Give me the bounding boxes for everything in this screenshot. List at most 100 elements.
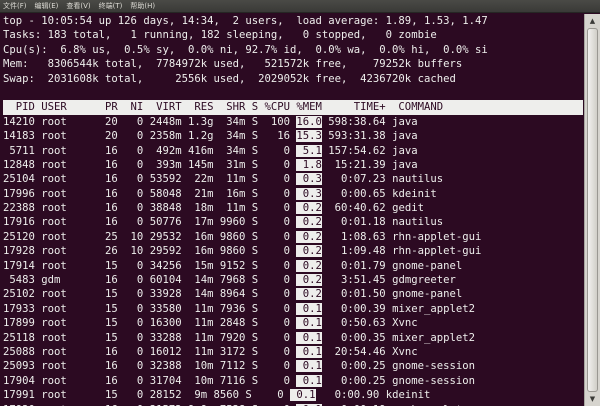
- process-mem-percent: 0.2: [296, 216, 322, 229]
- arrow-down-icon[interactable]: ▼: [585, 392, 600, 406]
- process-mem-percent: 0.3: [296, 173, 322, 186]
- process-fields: 25104 root 16 0 53592 22m 11m S 0: [3, 173, 297, 186]
- process-fields: 17928 root 26 10 29592 16m 9860 S 0: [3, 245, 297, 258]
- process-row: 17928 root 26 10 29592 16m 9860 S 0 0.2 …: [3, 244, 583, 258]
- process-time-command: 0:00.25 gnome-session: [321, 374, 475, 387]
- process-time-command: 0:50.63 Xvnc: [321, 317, 418, 330]
- process-fields: 17996 root 16 0 58048 21m 16m S 0: [3, 187, 297, 200]
- swap-line: Swap: 2031608k total, 2556k used, 202905…: [3, 72, 456, 85]
- process-fields: 12848 root 16 0 393m 145m 31m S 0: [3, 158, 297, 171]
- process-mem-percent: 0.3: [296, 187, 322, 200]
- process-row: 17904 root 16 0 31704 10m 7116 S 0 0.1 0…: [3, 374, 583, 388]
- process-mem-percent: 0.1: [296, 345, 322, 358]
- process-row: 17996 root 16 0 58048 21m 16m S 0 0.3 0:…: [3, 187, 583, 201]
- process-mem-percent: 16.0: [296, 115, 322, 128]
- process-mem-percent: 0.2: [296, 202, 322, 215]
- process-row: 25120 root 25 10 29532 16m 9860 S 0 0.2 …: [3, 230, 583, 244]
- terminal-window: 文件(F) 编辑(E) 查看(V) 终端(T) 帮助(H) top - 10:0…: [0, 0, 600, 406]
- process-row: 17933 root 15 0 33580 11m 7936 S 0 0.1 0…: [3, 302, 583, 316]
- process-row: 17899 root 15 0 16300 11m 2848 S 0 0.1 0…: [3, 316, 583, 330]
- tasks-line: Tasks: 183 total, 1 running, 182 sleepin…: [3, 29, 437, 42]
- process-time-command: 20:54.46 Xvnc: [321, 345, 418, 358]
- uptime-line: top - 10:05:54 up 126 days, 14:34, 2 use…: [3, 15, 488, 27]
- process-time-command: 1:08.63 rhn-applet-gui: [321, 230, 482, 243]
- process-fields: 17899 root 15 0 16300 11m 2848 S 0: [3, 317, 297, 330]
- menu-terminal[interactable]: 终端(T): [99, 0, 123, 13]
- process-time-command: 0:01.18 nautilus: [321, 216, 444, 229]
- process-fields: 25118 root 15 0 33288 11m 7920 S 0: [3, 331, 297, 344]
- process-mem-percent: 0.1: [296, 302, 322, 315]
- process-fields: 14183 root 20 0 2358m 1.2g 34m S 16: [3, 130, 297, 143]
- process-time-command: 0:07.23 nautilus: [321, 173, 444, 186]
- menu-view[interactable]: 查看(V): [66, 0, 90, 13]
- process-fields: 22388 root 16 0 38848 18m 11m S 0: [3, 202, 297, 215]
- menu-edit[interactable]: 编辑(E): [35, 0, 59, 13]
- process-row: 17916 root 16 0 50776 17m 9960 S 0 0.2 0…: [3, 215, 583, 229]
- scroll-thumb[interactable]: [587, 28, 598, 392]
- process-row: 17930 root 16 0 31572 9.9m 7528 S 0 0.1 …: [3, 403, 583, 406]
- process-row: 25104 root 16 0 53592 22m 11m S 0 0.3 0:…: [3, 172, 583, 186]
- process-time-command: 15:21.39 java: [321, 158, 418, 171]
- process-time-command: 0:01.50 gnome-panel: [321, 288, 463, 301]
- process-row: 25088 root 16 0 16012 11m 3172 S 0 0.1 2…: [3, 345, 583, 359]
- process-time-command: 0:00.39 mixer_applet2: [321, 302, 475, 315]
- process-fields: 17904 root 16 0 31704 10m 7116 S 0: [3, 374, 297, 387]
- process-fields: 25093 root 16 0 32388 10m 7112 S 0: [3, 360, 297, 373]
- process-row: 25118 root 15 0 33288 11m 7920 S 0 0.1 0…: [3, 331, 583, 345]
- process-time-command: 1:09.48 rhn-applet-gui: [321, 245, 482, 258]
- process-fields: 17933 root 15 0 33580 11m 7936 S 0: [3, 302, 297, 315]
- arrow-up-icon[interactable]: ▲: [585, 14, 600, 28]
- process-fields: 25102 root 15 0 33928 14m 8964 S 0: [3, 288, 297, 301]
- process-mem-percent: 1.8: [296, 158, 322, 171]
- process-mem-percent: 5.1: [296, 144, 322, 157]
- process-time-command: 0:00.25 gnome-session: [321, 360, 475, 373]
- process-mem-percent: 0.1: [290, 389, 316, 402]
- process-fields: 25120 root 25 10 29532 16m 9860 S 0: [3, 230, 297, 243]
- process-time-command: 0:01.79 gnome-panel: [321, 259, 463, 272]
- mem-line: Mem: 8306544k total, 7784972k used, 5215…: [3, 58, 463, 71]
- cpu-line: Cpu(s): 6.8% us, 0.5% sy, 0.0% ni, 92.7%…: [3, 43, 488, 56]
- process-mem-percent: 0.2: [296, 274, 322, 287]
- process-mem-percent: 0.2: [296, 288, 322, 301]
- process-mem-percent: 0.2: [296, 230, 322, 243]
- menu-help[interactable]: 帮助(H): [130, 0, 155, 13]
- process-row: 14210 root 20 0 2448m 1.3g 34m S 100 16.…: [3, 115, 583, 129]
- process-row: 17991 root 15 0 28152 9m 8560 S 0 0.1 0:…: [3, 388, 583, 402]
- menu-bar: 文件(F) 编辑(E) 查看(V) 终端(T) 帮助(H): [0, 0, 600, 13]
- process-time-command: 593:31.38 java: [321, 130, 418, 143]
- process-row: 25102 root 15 0 33928 14m 8964 S 0 0.2 0…: [3, 287, 583, 301]
- process-mem-percent: 0.1: [296, 360, 322, 373]
- menu-file[interactable]: 文件(F): [3, 0, 27, 13]
- process-row: 5711 root 16 0 492m 416m 34m S 0 5.1 157…: [3, 144, 583, 158]
- process-row: 22388 root 16 0 38848 18m 11m S 0 0.2 60…: [3, 201, 583, 215]
- process-row: 12848 root 16 0 393m 145m 31m S 0 1.8 15…: [3, 158, 583, 172]
- process-mem-percent: 0.2: [296, 245, 322, 258]
- process-fields: 25088 root 16 0 16012 11m 3172 S 0: [3, 345, 297, 358]
- process-table-body: 14210 root 20 0 2448m 1.3g 34m S 100 16.…: [3, 115, 583, 406]
- terminal-output[interactable]: top - 10:05:54 up 126 days, 14:34, 2 use…: [0, 14, 583, 406]
- process-time-command: 0:00.65 kdeinit: [321, 187, 437, 200]
- process-mem-percent: 0.1: [296, 331, 322, 344]
- process-fields: 5711 root 16 0 492m 416m 34m S 0: [3, 144, 297, 157]
- vertical-scrollbar[interactable]: ▲ ▼: [584, 14, 600, 406]
- process-table-header: PID USER PR NI VIRT RES SHR S %CPU %MEM …: [3, 100, 583, 115]
- process-fields: 17991 root 15 0 28152 9m 8560 S 0: [3, 389, 291, 402]
- process-fields: 17916 root 16 0 50776 17m 9960 S 0: [3, 216, 297, 229]
- process-time-command: 0:00.35 mixer_applet2: [321, 331, 475, 344]
- process-mem-percent: 15.3: [296, 130, 322, 143]
- process-time-command: 157:54.62 java: [321, 144, 418, 157]
- process-time-command: 598:38.64 java: [321, 115, 418, 128]
- process-fields: 17914 root 15 0 34256 15m 9152 S 0: [3, 259, 297, 272]
- process-mem-percent: 0.1: [296, 317, 322, 330]
- process-row: 5483 gdm 16 0 60104 14m 7968 S 0 0.2 3:5…: [3, 273, 583, 287]
- process-fields: 14210 root 20 0 2448m 1.3g 34m S 100: [3, 115, 297, 128]
- process-row: 25093 root 16 0 32388 10m 7112 S 0 0.1 0…: [3, 359, 583, 373]
- process-time-command: 3:51.45 gdmgreeter: [321, 274, 456, 287]
- process-fields: 5483 gdm 16 0 60104 14m 7968 S 0: [3, 274, 297, 287]
- process-mem-percent: 0.2: [296, 259, 322, 272]
- process-mem-percent: 0.1: [296, 374, 322, 387]
- process-time-command: 0:00.90 kdeinit: [315, 389, 431, 402]
- process-time-command: 60:40.62 gedit: [321, 202, 424, 215]
- process-row: 14183 root 20 0 2358m 1.2g 34m S 16 15.3…: [3, 129, 583, 143]
